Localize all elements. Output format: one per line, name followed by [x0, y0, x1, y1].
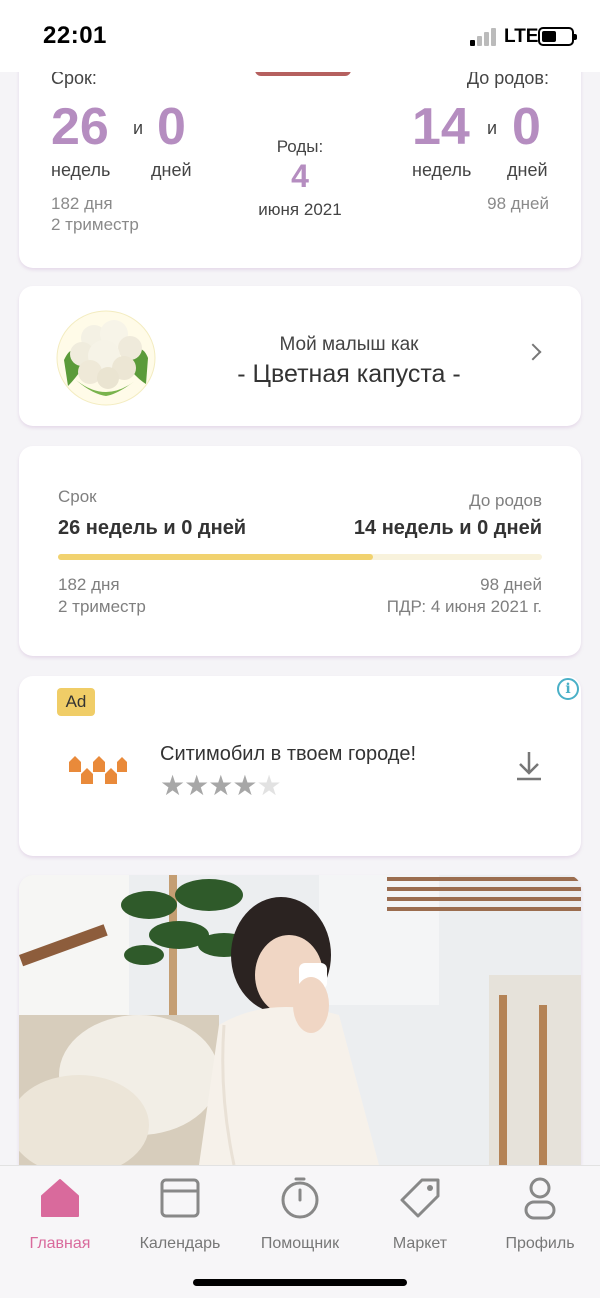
progress-term-value: 26 недель и 0 дней	[58, 517, 247, 539]
star-icon: ★	[232, 770, 257, 801]
tag-icon	[400, 1178, 440, 1218]
birth-label: Роды:	[276, 137, 324, 156]
signal-icon	[470, 28, 500, 46]
star-icon: ★	[160, 770, 185, 801]
due-date: ПДР: 4 июня 2021 г.	[386, 597, 542, 616]
term-summary-card: Срок: 26 и 0 недель дней 182 дня 2 триме…	[19, 40, 581, 268]
ad-badge: Ad	[57, 688, 95, 716]
progress-remaining-value: 14 недель и 0 дней	[353, 517, 542, 539]
tab-market[interactable]: Маркет	[360, 1176, 480, 1253]
remaining-days: 0	[512, 98, 541, 156]
timer-icon	[281, 1177, 319, 1219]
baby-size-name: - Цветная капуста -	[237, 360, 461, 388]
pregnancy-progress-card: Срок До родов 26 недель и 0 дней 14 неде…	[19, 446, 581, 656]
battery-icon	[538, 27, 577, 46]
tab-market-label: Маркет	[392, 1235, 448, 1252]
progress-days: 182 дня	[58, 575, 120, 594]
tab-assistant-label: Помощник	[260, 1235, 340, 1252]
tab-profile[interactable]: Профиль	[480, 1176, 600, 1253]
progress-trimester: 2 триместр	[58, 597, 146, 616]
birth-day: 4	[291, 158, 309, 194]
chevron-right-icon[interactable]	[524, 343, 542, 361]
tab-assistant[interactable]: Помощник	[240, 1176, 360, 1253]
home-indicator	[193, 1279, 407, 1286]
ad-card[interactable]: Ad i Ситимобил в твоем городе! ★★★★★	[19, 676, 581, 856]
remaining-weeks-unit: недель	[412, 160, 472, 180]
progress-bar	[58, 554, 542, 560]
star-empty-icon: ★	[256, 770, 281, 801]
article-image[interactable]	[19, 875, 581, 1165]
tab-home[interactable]: Главная	[0, 1176, 120, 1253]
remaining-total-days: 98 дней	[487, 194, 549, 213]
tab-calendar-label: Календарь	[139, 1235, 221, 1252]
info-icon[interactable]: i	[557, 678, 579, 700]
star-icon: ★	[208, 770, 233, 801]
status-time: 22:01	[43, 22, 107, 49]
baby-size-card[interactable]: Мой малыш как - Цветная капуста -	[19, 286, 581, 426]
status-bar: 22:01 LTE	[0, 0, 600, 72]
calendar-icon	[160, 1178, 200, 1218]
network-type: LTE	[504, 26, 539, 47]
photo-woman-sneezing	[19, 875, 581, 1165]
progress-remaining-days: 98 дней	[480, 575, 542, 594]
remaining-weeks: 14	[412, 98, 470, 156]
tab-calendar[interactable]: Календарь	[120, 1176, 240, 1253]
star-icon: ★	[184, 770, 209, 801]
remaining-days-unit: дней	[507, 160, 548, 180]
tab-home-label: Главная	[29, 1235, 91, 1252]
download-icon[interactable]	[515, 750, 543, 782]
progress-remaining-label: До родов	[469, 491, 542, 510]
bottom-tab-bar: Главная Календарь Помощник Маркет Профил…	[0, 1165, 600, 1298]
conj-right: и	[487, 118, 498, 138]
progress-term-label: Срок	[58, 487, 97, 506]
conj-left: и	[133, 118, 144, 138]
baby-size-title: Мой малыш как	[279, 334, 419, 355]
ad-rating: ★★★★★	[160, 770, 282, 801]
progress-fill	[58, 554, 373, 560]
profile-icon	[524, 1177, 556, 1220]
cauliflower-icon	[56, 310, 156, 406]
home-icon	[41, 1179, 79, 1217]
citymobil-logo	[69, 756, 127, 784]
ad-title[interactable]: Ситимобил в твоем городе!	[160, 743, 416, 766]
tab-profile-label: Профиль	[505, 1235, 575, 1252]
